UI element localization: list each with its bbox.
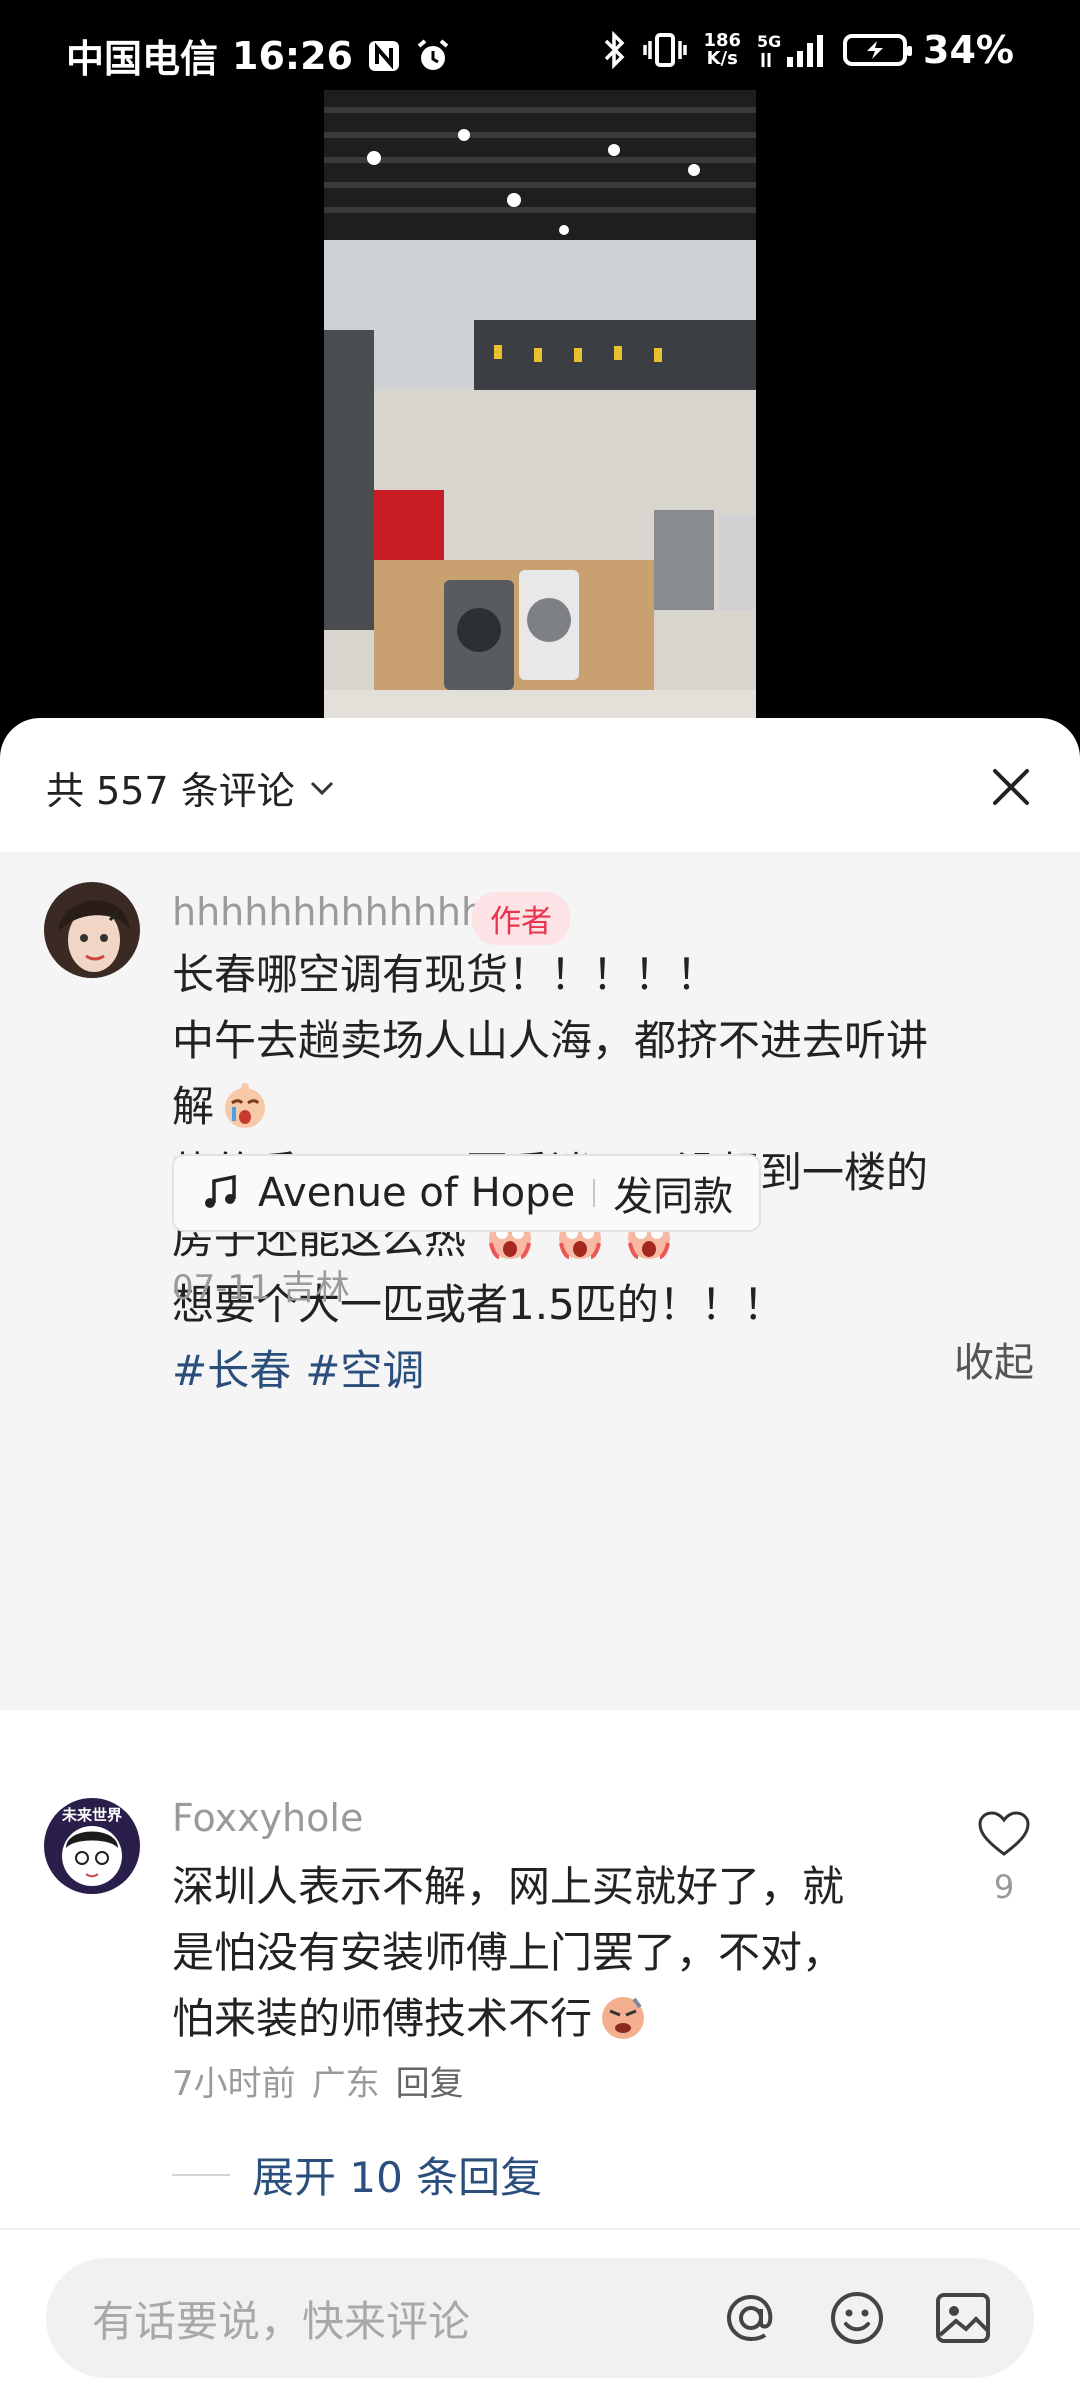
music-note-icon: [205, 1174, 236, 1208]
angry-emoji-icon: [598, 1993, 648, 2043]
comment-input-placeholder: 有话要说，快来评论: [92, 2296, 471, 2346]
carrier-label: 中国电信: [66, 37, 219, 81]
author-comment: hhhhhhhhhhhhhh 作者 长春哪空调有现货！！！！！ 中午去趟卖场人山…: [0, 852, 1080, 1710]
network-type: 5G: [757, 32, 781, 51]
comment-input-bar: 有话要说，快来评论: [0, 2228, 1080, 2400]
emoji-icon[interactable]: [826, 2287, 888, 2349]
comment-input[interactable]: 有话要说，快来评论: [46, 2258, 1034, 2378]
comment-meta: 07-11 吉林: [172, 1268, 350, 1308]
sheet-header: 共 557 条评论: [0, 718, 1080, 852]
video-frame: [324, 90, 756, 720]
chevron-down-icon: [310, 781, 333, 795]
music-title: Avenue of Hope: [258, 1170, 576, 1216]
close-icon: [993, 769, 1029, 805]
crying-emoji-icon: [220, 1081, 270, 1131]
comment-count-selector[interactable]: 共 557 条评论: [46, 760, 335, 815]
author-badge: 作者: [472, 892, 570, 945]
comment-location: 广东: [311, 2064, 380, 2104]
video-preview[interactable]: [324, 90, 756, 720]
reply-button[interactable]: 回复: [396, 2056, 464, 2105]
nfc-icon: [367, 39, 401, 73]
commenter-avatar[interactable]: 未来世界: [44, 1798, 140, 1894]
divider-line: [172, 2173, 230, 2176]
image-icon[interactable]: [932, 2287, 994, 2349]
comment-item: 未来世界 Foxxyhole 9 深圳人表示不解，网上买就好了，就 是怕没有安装…: [0, 1758, 1080, 2202]
comment-line: 长春哪空调有现货！！！！！: [172, 950, 719, 999]
comment-line: 深圳人表示不解，网上买就好了，就: [172, 1862, 845, 1911]
net-speed: 186 K/s: [703, 30, 742, 69]
expand-replies-label: 展开 10 条回复: [252, 2153, 543, 2202]
vibrate-icon: [643, 31, 688, 69]
comment-meta: 7小时前 广东 回复: [172, 2056, 464, 2105]
comments-sheet: 共 557 条评论 hhhhhhhhhhhhhh 作者 长春哪空调有现货！！！！…: [0, 718, 1080, 2400]
comment-line: 解: [172, 1074, 1042, 1140]
author-avatar[interactable]: [44, 882, 140, 978]
hashtag-link[interactable]: #长春: [172, 1346, 291, 1395]
alarm-icon: [415, 38, 451, 74]
comment-text: 深圳人表示不解，网上买就好了，就 是怕没有安装师傅上门罢了，不对， 怕来装的师傅…: [172, 1854, 1042, 2052]
status-bar: 中国电信 16:26 186 K/s 5G 34%: [0, 0, 1080, 100]
use-same-music-button[interactable]: 发同款: [613, 1164, 733, 1222]
mention-icon[interactable]: [720, 2287, 782, 2349]
author-username[interactable]: hhhhhhhhhhhhhh: [172, 890, 509, 934]
hashtag-link[interactable]: #空调: [305, 1346, 424, 1395]
hashtag-row: #长春 #空调: [172, 1338, 1042, 1404]
collapse-button[interactable]: 收起: [954, 1330, 1034, 1388]
clock: 16:26: [232, 33, 353, 78]
comment-line: 中午去趟卖场人山人海，都挤不进去听讲: [172, 1016, 929, 1065]
comment-line: 怕来装的师傅技术不行: [172, 1986, 1042, 2052]
expand-replies-button[interactable]: 展开 10 条回复: [172, 2144, 542, 2205]
music-chip[interactable]: Avenue of Hope 发同款: [172, 1154, 762, 1232]
close-button[interactable]: [976, 752, 1046, 822]
commenter-username[interactable]: Foxxyhole: [172, 1796, 363, 1840]
heart-icon: [978, 1811, 1030, 1856]
comment-time: 7小时前: [172, 2064, 296, 2104]
bluetooth-icon: [603, 31, 627, 69]
chip-divider: [593, 1179, 596, 1207]
battery-level: 34%: [923, 28, 1014, 72]
battery-icon: [843, 34, 913, 66]
avatar-text: 未来世界: [61, 1806, 122, 1824]
comment-count-label: 共 557 条评论: [46, 769, 295, 813]
comment-line: 是怕没有安装师傅上门罢了，不对，: [172, 1928, 845, 1977]
signal-icon: 5G: [757, 31, 827, 69]
